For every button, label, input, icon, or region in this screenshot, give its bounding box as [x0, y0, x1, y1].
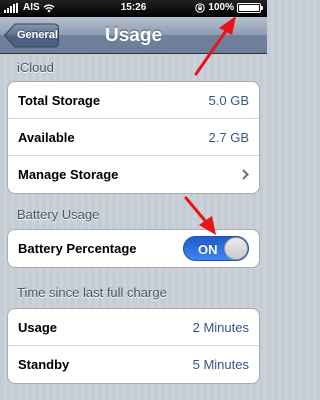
section-header-icloud: iCloud — [17, 60, 54, 75]
row-manage-storage[interactable]: Manage Storage — [8, 156, 259, 193]
toggle-knob — [224, 237, 248, 260]
total-storage-label: Total Storage — [18, 92, 101, 108]
row-total-storage: Total Storage 5.0 GB — [8, 82, 259, 119]
red-arrow-icon — [194, 16, 236, 76]
usage-label: Usage — [18, 319, 58, 335]
row-standby: Standby 5 Minutes — [8, 346, 259, 383]
section-header-battery: Battery Usage — [17, 207, 100, 222]
row-usage: Usage 2 Minutes — [8, 309, 259, 346]
available-label: Available — [18, 129, 75, 145]
standby-value: 5 Minutes — [192, 357, 249, 372]
manage-storage-label: Manage Storage — [18, 167, 119, 182]
icloud-group: Total Storage 5.0 GB Available 2.7 GB Ma… — [7, 81, 260, 194]
toggle-on-label: ON — [198, 242, 218, 257]
red-arrow-icon — [184, 196, 216, 235]
battery-percent-text: 100% — [208, 2, 234, 13]
battery-percentage-label: Battery Percentage — [18, 241, 137, 256]
charge-group: Usage 2 Minutes Standby 5 Minutes — [7, 308, 260, 384]
chevron-right-icon — [242, 169, 249, 180]
battery-group: Battery Percentage ON — [7, 229, 260, 268]
total-storage-value: 5.0 GB — [208, 92, 249, 108]
row-available: Available 2.7 GB — [8, 119, 259, 156]
orientation-lock-icon — [195, 2, 206, 13]
usage-value: 2 Minutes — [192, 319, 249, 335]
battery-icon — [237, 2, 263, 13]
status-right: 100% — [195, 2, 263, 13]
section-header-charge: Time since last full charge — [17, 285, 167, 300]
available-value: 2.7 GB — [208, 129, 249, 145]
battery-fill — [239, 4, 259, 11]
battery-percentage-toggle[interactable]: ON — [183, 236, 249, 261]
standby-label: Standby — [18, 357, 70, 372]
